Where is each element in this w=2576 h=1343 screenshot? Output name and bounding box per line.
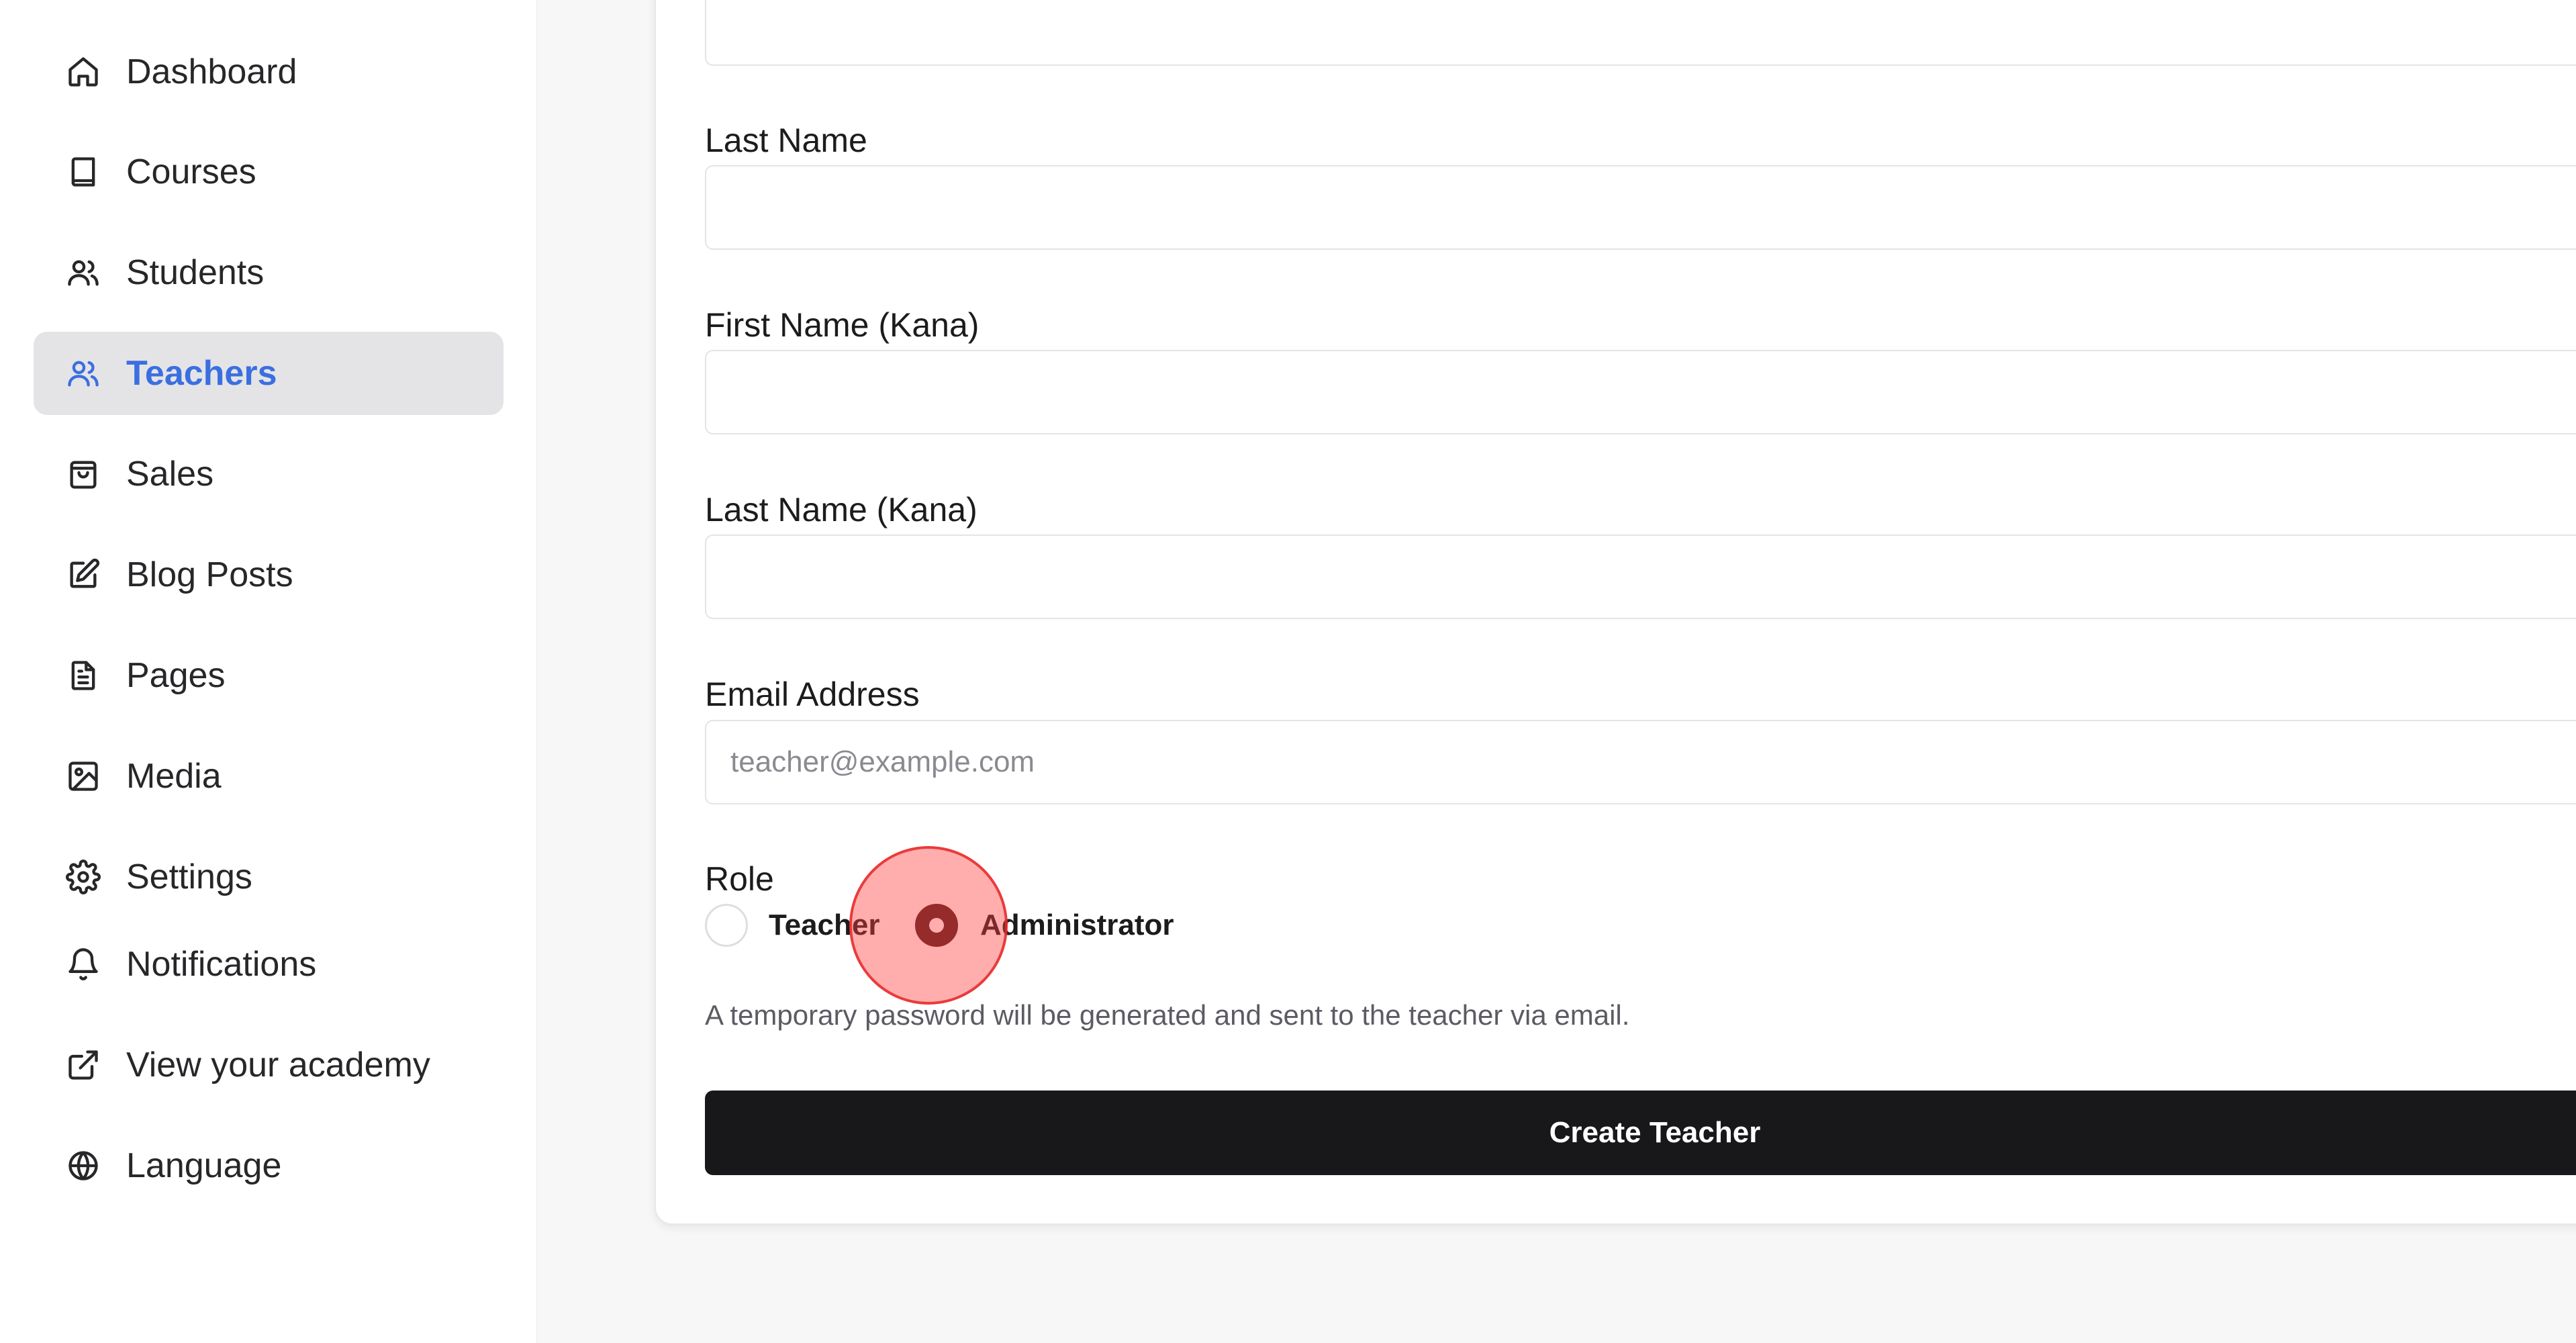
first-name-input[interactable] — [705, 0, 2576, 66]
sidebar-item-label: Blog Posts — [126, 555, 293, 594]
sidebar-item-label: Language — [126, 1146, 282, 1185]
file-text-icon — [66, 658, 101, 693]
password-help-text: A temporary password will be generated a… — [705, 999, 1630, 1031]
sidebar-item-notifications[interactable]: Notifications — [34, 923, 504, 1006]
sidebar-item-label: Pages — [126, 656, 226, 695]
users-icon — [66, 255, 101, 290]
sidebar-item-label: Media — [126, 757, 222, 796]
edit-icon — [66, 557, 101, 592]
sidebar-item-label: Notifications — [126, 945, 317, 984]
sidebar-item-teachers[interactable]: Teachers — [34, 332, 504, 415]
bell-icon — [66, 947, 101, 982]
sidebar-item-label: Sales — [126, 455, 214, 494]
users-icon — [66, 356, 101, 391]
click-indicator — [849, 846, 1008, 1005]
email-field[interactable] — [705, 720, 2576, 804]
sidebar-item-label: Dashboard — [126, 52, 297, 91]
book-icon — [66, 154, 101, 189]
sidebar-item-label: View your academy — [126, 1046, 430, 1084]
image-icon — [66, 759, 101, 794]
sidebar-item-language[interactable]: Language — [34, 1124, 504, 1207]
sidebar-item-blog-posts[interactable]: Blog Posts — [34, 533, 504, 616]
email-label: Email Address — [705, 676, 920, 713]
sidebar-item-media[interactable]: Media — [34, 735, 504, 818]
globe-icon — [66, 1148, 101, 1183]
sidebar-item-pages[interactable]: Pages — [34, 634, 504, 717]
sidebar-item-label: Teachers — [126, 354, 277, 393]
sidebar-item-view-your-academy[interactable]: View your academy — [34, 1023, 504, 1107]
gear-icon — [66, 860, 101, 894]
sidebar-item-settings[interactable]: Settings — [34, 835, 504, 919]
first-name-kana-label: First Name (Kana) — [705, 306, 980, 344]
sidebar-item-students[interactable]: Students — [34, 231, 504, 314]
role-label: Role — [705, 860, 774, 898]
sidebar-item-label: Settings — [126, 858, 252, 896]
shopping-bag-icon — [66, 457, 101, 492]
sidebar-item-sales[interactable]: Sales — [34, 432, 504, 516]
role-radio-teacher[interactable] — [705, 904, 748, 947]
external-link-icon — [66, 1048, 101, 1082]
first-name-kana-input[interactable] — [705, 350, 2576, 434]
last-name-kana-input[interactable] — [705, 535, 2576, 619]
sidebar-item-label: Courses — [126, 152, 256, 191]
last-name-input[interactable] — [705, 165, 2576, 250]
create-teacher-button[interactable]: Create Teacher — [705, 1091, 2576, 1175]
sidebar-item-dashboard[interactable]: Dashboard — [34, 30, 504, 113]
last-name-kana-label: Last Name (Kana) — [705, 491, 977, 528]
home-icon — [66, 54, 101, 89]
last-name-label: Last Name — [705, 122, 867, 159]
sidebar-item-courses[interactable]: Courses — [34, 130, 504, 214]
sidebar: Dashboard Courses Students Teachers Sale… — [0, 0, 537, 1343]
role-option-label[interactable]: Administrator — [980, 909, 1174, 942]
sidebar-item-label: Students — [126, 253, 265, 292]
